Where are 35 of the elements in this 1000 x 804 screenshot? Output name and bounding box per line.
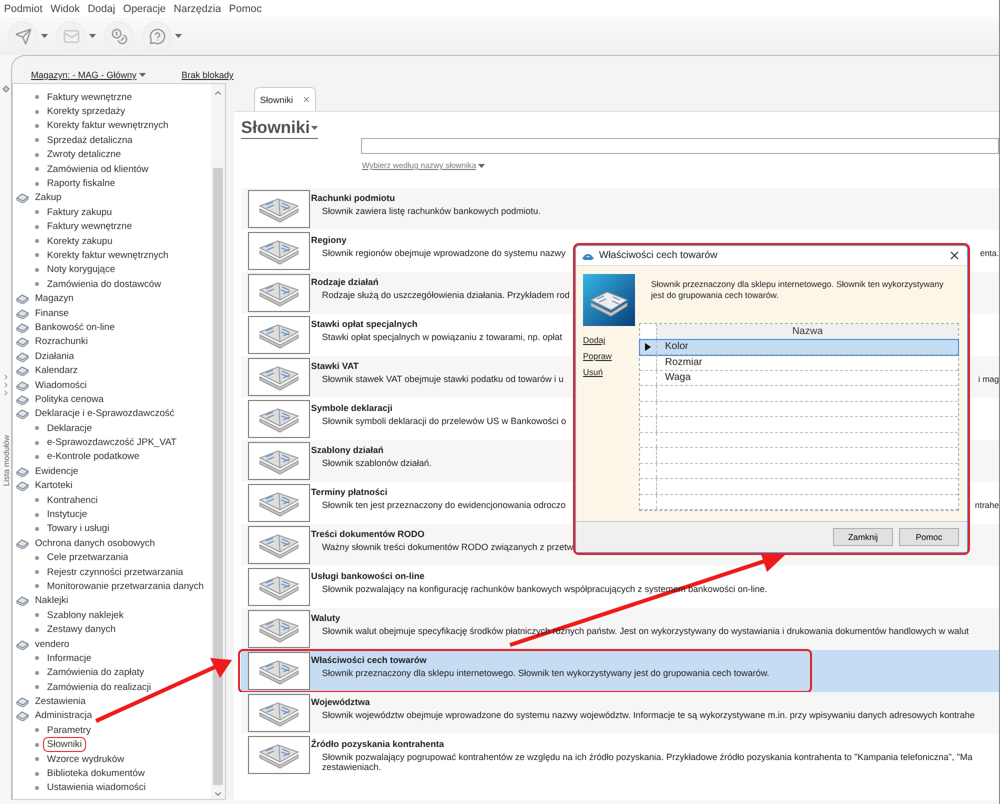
dictionary-description: Słownik regionów obejmuje wprowadzone do systemu nazwy [322, 248, 566, 258]
dialog-description: Słownik przeznaczony dla sklepu internetowego. Słownik ten wykorzystywany jest do grupowania cech towarów. [651, 279, 944, 302]
dictionary-description: Słownik walut obejmuje specyfikację środków płatniczych różnych państw. Jest on wykorzystywany do wystawiania i drukowania dokumentów handlowych w walut [322, 626, 969, 636]
description-fragment: enta. [980, 248, 999, 258]
dictionary-name: Waluty [311, 613, 340, 623]
dictionary-description: Słownik zawiera listę rachunków bankowych podmiotu. [322, 206, 541, 216]
dictionary-name: Usługi bankowości on-line [311, 571, 425, 581]
dictionary-name: Właściwości cech towarów [311, 655, 427, 665]
dictionary-description: zestawieniach. [322, 762, 382, 772]
dictionary-name: Województwa [311, 697, 370, 707]
tab-label: Słowniki [260, 94, 294, 104]
dictionary-name: Rodzaje działań [311, 277, 379, 287]
dictionary-name: Terminy płatności [311, 487, 388, 497]
dictionary-name: Regiony [311, 235, 347, 245]
dictionary-name: Treści dokumentów RODO [311, 529, 425, 539]
dictionary-name: Symbole deklaracji [311, 403, 393, 413]
dictionary-description: Ważny słownik treści dokumentów RODO związanych z przetw [322, 542, 574, 552]
description-fragment: i mag [978, 374, 999, 384]
dictionary-name: Szablony działań [311, 445, 384, 455]
dictionary-name: Rachunki podmiotu [311, 193, 395, 203]
dictionary-description: Rodzaje służą do uszczegółowienia działania. Przykładem rod [322, 290, 570, 300]
dictionary-description: Słownik ten jest przeznaczony do ewidencjonowania odroczo [322, 500, 566, 510]
dictionary-description: Słownik symboli deklaracji do przelewów US w Bankowości o [322, 416, 566, 426]
dictionary-description: Słownik szablonów działań. [322, 458, 432, 468]
dialog-title: Właściwości cech towarów [599, 250, 718, 262]
dictionary-name: Stawki opłat specjalnych [311, 319, 418, 329]
description-fragment: ntrahe [974, 500, 999, 510]
panel-title: Lista modułów [2, 435, 11, 486]
dictionary-description: Stawki opłat specjalnych w powiązaniu z towarami, np. opłat [322, 332, 562, 342]
dictionary-name: Źródło pozyskania kontrahenta [311, 739, 444, 749]
dictionary-name: Stawki VAT [311, 361, 359, 371]
dictionary-description: Słownik przeznaczony dla sklepu internetowego. Słownik ten wykorzystywany jest do grupowania cech towarów. [322, 668, 770, 678]
dictionary-description: Słownik pozwalający pogrupować kontrahentów ze względu na ich źródło pozyskania. Przykładowe źródło pozyskania kontrahenta to "Kampania telefoniczna", "Ma [322, 752, 972, 762]
dictionary-description: Słownik województw obejmuje wprowadzone do systemu nazwy województw. Informacje te są wykorzystywane m.in. przy wpisywaniu danych adresowych kontrahe [322, 710, 975, 720]
dictionary-description: Słownik stawek VAT obejmuje stawki podatku od towarów i u [322, 374, 564, 384]
